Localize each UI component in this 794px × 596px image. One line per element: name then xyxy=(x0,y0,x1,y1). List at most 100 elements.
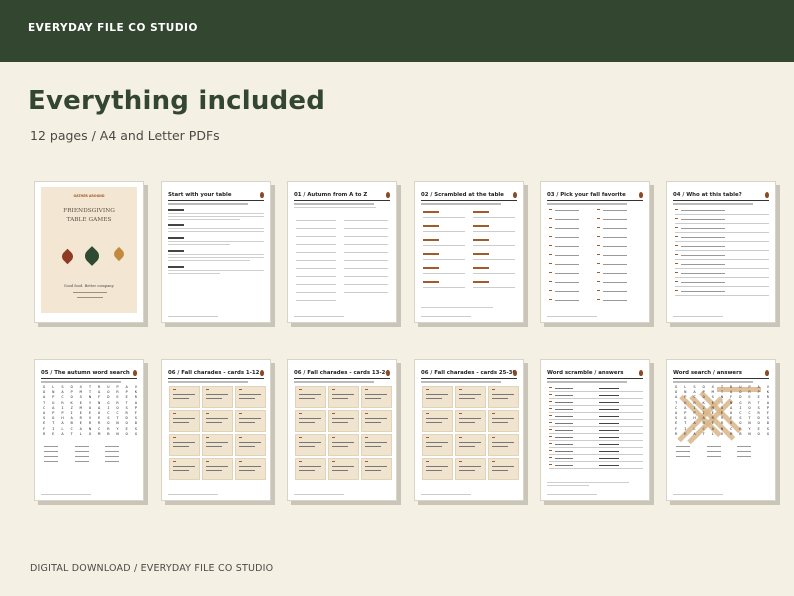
item-number xyxy=(675,227,678,229)
item-number xyxy=(549,218,552,220)
charade-card xyxy=(169,410,200,432)
option-text xyxy=(603,210,627,212)
answer-line xyxy=(473,259,515,260)
heading-rule xyxy=(547,378,643,379)
charade-card xyxy=(488,386,519,408)
charade-card xyxy=(235,410,266,432)
answer-text xyxy=(599,402,619,404)
item-number xyxy=(597,209,600,211)
charade-card xyxy=(455,434,486,456)
top-banner: EVERYDAY FILE CO STUDIO xyxy=(0,0,794,62)
option-text xyxy=(603,246,627,248)
option-text xyxy=(603,273,627,275)
prompt-text xyxy=(681,228,725,230)
option-text xyxy=(555,210,579,212)
heading-rule xyxy=(294,200,390,201)
item-number xyxy=(549,227,552,229)
item-number xyxy=(549,299,552,301)
item-number xyxy=(597,290,600,292)
heading-rule xyxy=(294,378,390,379)
item-number xyxy=(549,263,552,265)
heading-rule xyxy=(547,200,643,201)
acorn-icon xyxy=(639,192,643,198)
answer-line xyxy=(296,268,336,269)
page-heading: 02 / Scrambled at the table xyxy=(421,192,504,198)
item-number xyxy=(675,245,678,247)
scrambled-word xyxy=(423,211,439,213)
word-list-item xyxy=(707,451,721,453)
charade-card xyxy=(488,410,519,432)
item-number xyxy=(549,457,552,459)
word-list-item xyxy=(737,446,751,448)
acorn-icon xyxy=(386,370,390,376)
intro-text xyxy=(421,203,501,205)
acorn-icon xyxy=(260,370,264,376)
word-list-item xyxy=(707,456,721,458)
answer-line xyxy=(423,217,465,218)
charade-card xyxy=(361,434,392,456)
answer-line xyxy=(675,277,769,278)
word-list-item xyxy=(105,451,119,453)
page-footer xyxy=(421,315,471,317)
scrambled-word xyxy=(423,239,439,241)
answer-line xyxy=(423,245,465,246)
row-divider xyxy=(549,405,643,406)
answer-line xyxy=(296,236,336,237)
answer-line xyxy=(296,276,336,277)
acorn-icon xyxy=(386,192,390,198)
prompt-text xyxy=(681,273,725,275)
word-list-item xyxy=(676,451,690,453)
page-footer xyxy=(673,493,723,495)
charade-card xyxy=(455,386,486,408)
heading-rule xyxy=(168,200,264,201)
page-footer xyxy=(41,493,91,495)
green-leaf-icon xyxy=(82,246,102,266)
row-divider xyxy=(549,454,643,455)
row-divider xyxy=(549,412,643,413)
page-heading: 01 / Autumn from A to Z xyxy=(294,192,368,198)
row-divider xyxy=(549,426,643,427)
item-number xyxy=(675,281,678,283)
answer-text xyxy=(599,416,619,418)
row-divider xyxy=(549,440,643,441)
answer-line xyxy=(675,295,769,296)
option-text xyxy=(603,300,627,302)
answer-line xyxy=(344,268,388,269)
item-number xyxy=(549,401,552,403)
intro-text xyxy=(168,203,248,205)
scrambled-word xyxy=(473,267,489,269)
answer-line xyxy=(344,292,388,293)
option-text xyxy=(555,228,579,230)
charade-card xyxy=(455,410,486,432)
answer-text xyxy=(599,465,619,467)
charade-card xyxy=(455,458,486,480)
answer-line xyxy=(675,250,769,251)
cover-title-line1: FRIENDSGIVING xyxy=(63,208,115,214)
answer-line xyxy=(423,287,465,288)
scrambled-text xyxy=(555,437,573,439)
page-title: Everything included xyxy=(28,86,326,116)
scrambled-text xyxy=(555,409,573,411)
page-footer xyxy=(673,315,723,317)
answer-text xyxy=(599,458,619,460)
scrambled-text xyxy=(555,444,573,446)
page-footer xyxy=(294,493,344,495)
acorn-icon xyxy=(639,370,643,376)
intro-text xyxy=(421,381,501,383)
scrambled-word xyxy=(423,253,439,255)
prompt-text xyxy=(681,237,725,239)
page-footer xyxy=(168,493,218,495)
prompt-text xyxy=(681,255,725,257)
page-thumbnail-who-at-table: 04 / Who at this table? xyxy=(666,181,776,323)
charade-card xyxy=(202,386,233,408)
item-number xyxy=(549,209,552,211)
item-number xyxy=(675,263,678,265)
answer-text xyxy=(599,451,619,453)
intro-text xyxy=(547,381,627,383)
text-line xyxy=(168,270,264,272)
scrambled-word xyxy=(473,225,489,227)
word-list-item xyxy=(44,461,58,463)
answer-line xyxy=(344,276,388,277)
word-list-item xyxy=(44,451,58,453)
item-number xyxy=(549,429,552,431)
